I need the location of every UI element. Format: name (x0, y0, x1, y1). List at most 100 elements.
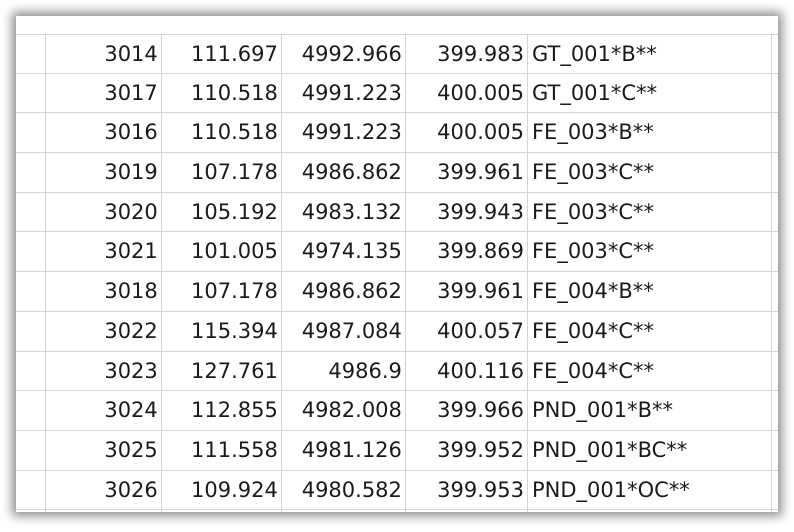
table-row: 3019 107.178 4986.862 399.961 FE_003*C** (16, 153, 778, 193)
cell-y[interactable]: 4983.132 (282, 192, 406, 232)
cell-z[interactable]: 399.961 (406, 272, 528, 311)
cell-z[interactable]: 399.952 (406, 430, 528, 470)
cell-x[interactable]: 127.761 (162, 351, 282, 391)
row-cell-blank[interactable] (772, 153, 778, 192)
cell-z[interactable]: 400.057 (406, 311, 528, 351)
row-cell-blank[interactable] (16, 311, 46, 351)
cell-y[interactable]: 4992.966 (282, 35, 406, 73)
cell-id[interactable]: 3019 (46, 153, 162, 192)
table-row: 3021 101.005 4974.135 399.869 FE_003*C** (16, 232, 778, 273)
row-cell-blank[interactable] (772, 35, 778, 73)
table-row: 3026 109.924 4980.582 399.953 PND_001*OC** (16, 470, 778, 511)
row-cell-blank[interactable] (772, 431, 778, 470)
cell-y[interactable]: 4986.9 (282, 351, 406, 391)
row-cell-blank[interactable] (16, 153, 46, 192)
cell-z[interactable]: 400.116 (406, 351, 528, 391)
cell-x[interactable]: 111.697 (162, 35, 282, 73)
cell-x[interactable]: 110.518 (162, 113, 282, 153)
cell-label[interactable]: FE_004*C** (528, 351, 772, 391)
table-row: 3024 112.855 4982.008 399.966 PND_001*B** (16, 391, 778, 431)
cell-z[interactable]: 399.869 (406, 232, 528, 272)
row-cell-blank[interactable] (772, 232, 778, 271)
cell-label[interactable]: PND_001*B** (528, 391, 772, 430)
row-cell-blank[interactable] (16, 272, 46, 311)
row-cell-blank[interactable] (16, 351, 46, 391)
row-cell-blank[interactable] (772, 272, 778, 311)
cell-y[interactable]: 4987.084 (282, 311, 406, 351)
row-cell-blank[interactable] (16, 35, 46, 73)
cell-x[interactable]: 107.178 (162, 272, 282, 311)
cell-z[interactable]: 399.900 (406, 510, 528, 512)
cell-label[interactable]: FE_003*C** (528, 153, 772, 192)
cell-z[interactable]: 399.953 (406, 470, 528, 510)
cell-x[interactable]: 109.924 (162, 470, 282, 510)
row-cell-blank[interactable] (772, 113, 778, 152)
cell-id[interactable]: 3023 (46, 351, 162, 391)
cell-y[interactable]: 4980.582 (282, 470, 406, 510)
row-cell-blank[interactable] (16, 430, 46, 470)
row-cell-blank[interactable] (16, 510, 46, 512)
cell-id[interactable]: 3018 (46, 272, 162, 311)
cell-label[interactable]: PND_001*OC** (528, 470, 772, 510)
cell-label[interactable]: PND_001*OC** (528, 510, 772, 512)
cell-z[interactable]: 399.943 (406, 192, 528, 232)
table-row: 3020 105.192 4983.132 399.943 FE_003*C** (16, 192, 778, 233)
cell-y[interactable]: 4981.126 (282, 430, 406, 470)
cell-label[interactable]: FE_004*B** (528, 272, 772, 311)
cell-x[interactable]: 110.518 (162, 73, 282, 113)
cell-z[interactable]: 400.005 (406, 113, 528, 153)
table-row: 3016 110.518 4991.223 400.005 FE_003*B** (16, 113, 778, 154)
cell-x[interactable]: 111.558 (162, 430, 282, 470)
cell-id[interactable]: 3025 (46, 430, 162, 470)
cell-z[interactable]: 400.005 (406, 73, 528, 113)
spreadsheet-frame: 3014 111.697 4992.966 399.983 GT_001*B** 3017… (16, 16, 778, 512)
cell-z[interactable]: 399.983 (406, 35, 528, 73)
row-cell-blank[interactable] (16, 232, 46, 272)
cell-y[interactable]: 4982.008 (282, 391, 406, 430)
cell-y[interactable]: 4980.18 (282, 510, 406, 512)
cell-id[interactable]: 3014 (46, 35, 162, 73)
cell-id[interactable]: 3027 (46, 510, 162, 512)
row-cell-blank[interactable] (16, 113, 46, 153)
row-cell-blank[interactable] (772, 74, 778, 113)
cell-y[interactable]: 4991.223 (282, 73, 406, 113)
cell-y[interactable]: 4991.223 (282, 113, 406, 153)
row-cell-blank[interactable] (772, 312, 778, 351)
row-cell-blank[interactable] (16, 73, 46, 113)
cell-y[interactable]: 4986.862 (282, 272, 406, 311)
table-row: 3014 111.697 4992.966 399.983 GT_001*B** (16, 34, 778, 74)
row-cell-blank[interactable] (16, 470, 46, 510)
cell-x[interactable]: 115.394 (162, 311, 282, 351)
cell-id[interactable]: 3024 (46, 391, 162, 430)
row-cell-blank[interactable] (772, 193, 778, 232)
cell-x[interactable]: 107.178 (162, 153, 282, 192)
row-cell-blank[interactable] (772, 352, 778, 391)
cell-id[interactable]: 3020 (46, 192, 162, 232)
cell-label[interactable]: FE_003*C** (528, 192, 772, 232)
cell-y[interactable]: 4986.862 (282, 153, 406, 192)
cell-z[interactable]: 399.966 (406, 391, 528, 430)
cell-label[interactable]: GT_001*C** (528, 73, 772, 113)
row-cell-blank[interactable] (772, 391, 778, 430)
cell-id[interactable]: 3021 (46, 232, 162, 272)
cell-x[interactable]: 101.005 (162, 232, 282, 272)
row-cell-blank[interactable] (772, 510, 778, 512)
table-row: 3017 110.518 4991.223 400.005 GT_001*C** (16, 73, 778, 114)
cell-y[interactable]: 4974.135 (282, 232, 406, 272)
cell-id[interactable]: 3017 (46, 73, 162, 113)
cell-label[interactable]: FE_003*C** (528, 232, 772, 272)
cell-x[interactable]: 112.855 (162, 391, 282, 430)
row-cell-blank[interactable] (16, 192, 46, 232)
row-cell-blank[interactable] (772, 471, 778, 510)
cell-id[interactable]: 3026 (46, 470, 162, 510)
cell-z[interactable]: 399.961 (406, 153, 528, 192)
cell-label[interactable]: GT_001*B** (528, 35, 772, 73)
cell-label[interactable]: PND_001*BC** (528, 430, 772, 470)
cell-label[interactable]: FE_003*B** (528, 113, 772, 153)
cell-id[interactable]: 3016 (46, 113, 162, 153)
cell-x[interactable]: 105.192 (162, 192, 282, 232)
cell-id[interactable]: 3022 (46, 311, 162, 351)
row-cell-blank[interactable] (16, 391, 46, 430)
cell-x[interactable]: 107.000 (162, 510, 282, 512)
cell-label[interactable]: FE_004*C** (528, 311, 772, 351)
